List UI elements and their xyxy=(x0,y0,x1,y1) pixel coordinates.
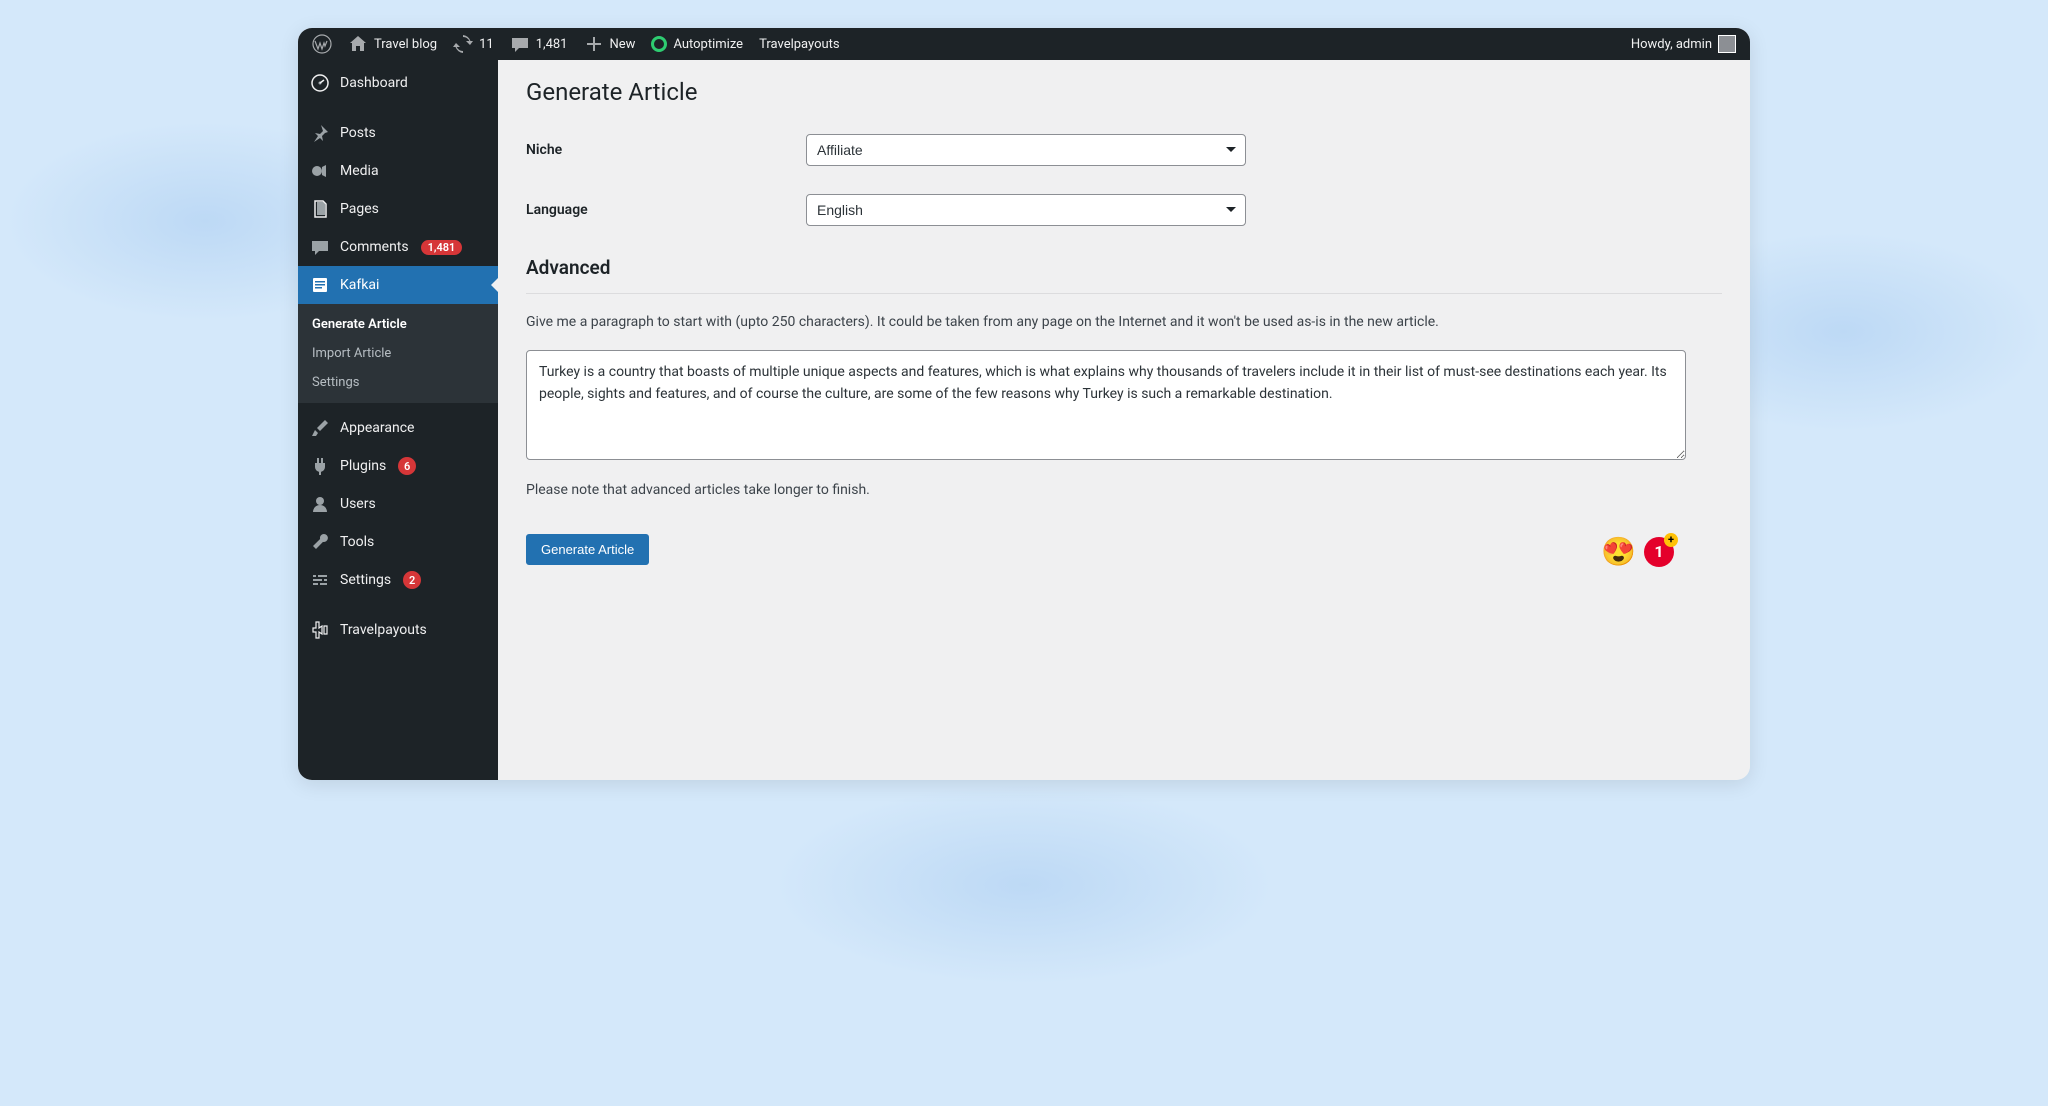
sidebar-item-pages[interactable]: Pages xyxy=(298,190,498,228)
new-label: New xyxy=(610,37,636,52)
home-icon xyxy=(348,34,368,54)
sidebar-item-label: Appearance xyxy=(340,420,414,436)
niche-label: Niche xyxy=(526,142,806,158)
sidebar-item-label: Plugins xyxy=(340,458,386,474)
howdy-text: Howdy, admin xyxy=(1631,37,1712,52)
autoptimize-link[interactable]: Autoptimize xyxy=(643,28,751,60)
sidebar-item-kafkai[interactable]: Kafkai xyxy=(298,266,498,304)
brush-icon xyxy=(310,418,330,438)
user-account-link[interactable]: Howdy, admin xyxy=(1623,28,1744,60)
admin-body: Dashboard Posts Media Pages Comments 1,4… xyxy=(298,60,1750,780)
sidebar-item-label: Tools xyxy=(340,534,374,550)
sidebar-item-label: Pages xyxy=(340,201,379,217)
travelpayouts-icon xyxy=(310,620,330,640)
sidebar-item-media[interactable]: Media xyxy=(298,152,498,190)
refresh-icon xyxy=(453,34,473,54)
sidebar-item-label: Kafkai xyxy=(340,277,379,293)
comment-icon xyxy=(310,237,330,257)
wordpress-icon xyxy=(312,34,332,54)
admin-bar: Travel blog 11 1,481 New Autoptimize Tra… xyxy=(298,28,1750,60)
advanced-note: Please note that advanced articles take … xyxy=(526,482,1722,498)
sidebar-item-plugins[interactable]: Plugins 6 xyxy=(298,447,498,485)
seed-paragraph-textarea[interactable] xyxy=(526,350,1686,460)
language-select[interactable]: English xyxy=(806,194,1246,226)
wp-logo-button[interactable] xyxy=(304,28,340,60)
sidebar-item-settings[interactable]: Settings 2 xyxy=(298,561,498,599)
comments-count: 1,481 xyxy=(536,37,568,52)
user-icon xyxy=(310,494,330,514)
submenu-generate-article[interactable]: Generate Article xyxy=(298,310,498,339)
site-name-link[interactable]: Travel blog xyxy=(340,28,445,60)
pin-icon xyxy=(310,123,330,143)
sidebar-item-tools[interactable]: Tools xyxy=(298,523,498,561)
advanced-heading: Advanced xyxy=(526,256,1722,279)
updates-link[interactable]: 11 xyxy=(445,28,502,60)
sidebar-item-appearance[interactable]: Appearance xyxy=(298,409,498,447)
form-row-language: Language English xyxy=(526,194,1722,226)
site-name-text: Travel blog xyxy=(374,37,437,52)
form-row-niche: Niche Affiliate xyxy=(526,134,1722,166)
app-window: Travel blog 11 1,481 New Autoptimize Tra… xyxy=(298,28,1750,780)
comment-icon xyxy=(510,34,530,54)
sliders-icon xyxy=(310,570,330,590)
new-content-button[interactable]: New xyxy=(576,28,644,60)
page-title: Generate Article xyxy=(526,78,1722,106)
updates-count: 11 xyxy=(479,37,494,52)
sidebar-item-label: Travelpayouts xyxy=(340,622,427,638)
sidebar-item-label: Media xyxy=(340,163,379,179)
generate-article-button[interactable]: Generate Article xyxy=(526,534,649,565)
sidebar-item-label: Users xyxy=(340,496,376,512)
wrench-icon xyxy=(310,532,330,552)
comments-link[interactable]: 1,481 xyxy=(502,28,576,60)
sidebar-item-dashboard[interactable]: Dashboard xyxy=(298,64,498,102)
settings-badge: 2 xyxy=(403,571,421,589)
page-icon xyxy=(310,275,330,295)
comments-badge: 1,481 xyxy=(421,240,463,255)
sidebar-item-label: Posts xyxy=(340,125,376,141)
sidebar-item-label: Dashboard xyxy=(340,75,408,91)
sidebar-item-users[interactable]: Users xyxy=(298,485,498,523)
admin-sidebar: Dashboard Posts Media Pages Comments 1,4… xyxy=(298,60,498,780)
submenu-import-article[interactable]: Import Article xyxy=(298,339,498,368)
autoptimize-label: Autoptimize xyxy=(673,37,743,52)
travelpayouts-top-link[interactable]: Travelpayouts xyxy=(751,28,848,60)
avatar xyxy=(1718,35,1736,53)
sidebar-item-posts[interactable]: Posts xyxy=(298,114,498,152)
sidebar-item-travelpayouts[interactable]: Travelpayouts xyxy=(298,611,498,649)
dashboard-icon xyxy=(310,73,330,93)
kafkai-submenu: Generate Article Import Article Settings xyxy=(298,304,498,403)
autoptimize-circle-icon xyxy=(651,36,667,52)
language-label: Language xyxy=(526,202,806,218)
travelpayouts-top-label: Travelpayouts xyxy=(759,37,840,52)
advanced-help-text: Give me a paragraph to start with (upto … xyxy=(526,314,1722,330)
submenu-settings[interactable]: Settings xyxy=(298,368,498,397)
sidebar-item-label: Settings xyxy=(340,572,391,588)
sidebar-item-comments[interactable]: Comments 1,481 xyxy=(298,228,498,266)
pages-icon xyxy=(310,199,330,219)
content-area: Generate Article Niche Affiliate Languag… xyxy=(498,60,1750,780)
plugins-badge: 6 xyxy=(398,457,416,475)
plug-icon xyxy=(310,456,330,476)
divider xyxy=(526,293,1722,294)
sidebar-item-label: Comments xyxy=(340,239,409,255)
plus-icon xyxy=(584,34,604,54)
niche-select[interactable]: Affiliate xyxy=(806,134,1246,166)
media-icon xyxy=(310,161,330,181)
